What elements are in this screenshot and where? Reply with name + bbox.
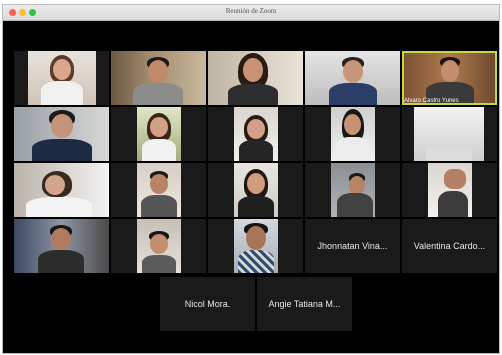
- participant-video-tile[interactable]: [111, 219, 206, 273]
- participant-video-tile[interactable]: [14, 219, 109, 273]
- participant-tile[interactable]: Jhonnatan Vina...: [305, 219, 400, 273]
- participant-tile[interactable]: Valentina Cardo...: [402, 219, 497, 273]
- participant-video-tile[interactable]: [208, 219, 303, 273]
- window-title: Reunión de Zoom: [225, 7, 277, 15]
- participant-video-tile[interactable]: [111, 107, 206, 161]
- participant-name-label: Nicol Mora.: [184, 299, 231, 309]
- participant-video-tile[interactable]: [14, 107, 109, 161]
- participant-video-tile[interactable]: [111, 163, 206, 217]
- participant-video-tile[interactable]: [14, 163, 109, 217]
- participant-video-tile[interactable]: [402, 107, 497, 161]
- participant-video-tile[interactable]: [14, 51, 109, 105]
- participant-video-tile[interactable]: [111, 51, 206, 105]
- participant-video-tile[interactable]: [305, 107, 400, 161]
- title-bar: Reunión de Zoom: [3, 5, 499, 21]
- active-speaker-tile[interactable]: Alvaro Castro Yunes: [402, 51, 497, 105]
- participant-name-label: Jhonnatan Vina...: [317, 241, 388, 251]
- participant-tile[interactable]: Nicol Mora.: [160, 277, 255, 331]
- participant-name-label: Alvaro Castro Yunes: [404, 98, 459, 104]
- participant-name-label: Angie Tatiana M...: [268, 299, 341, 309]
- participant-tile[interactable]: Angie Tatiana M...: [257, 277, 352, 331]
- participant-video-tile[interactable]: [208, 107, 303, 161]
- participant-video-tile[interactable]: [305, 163, 400, 217]
- participant-name-label: Valentina Cardo...: [413, 241, 486, 251]
- participant-video-tile[interactable]: [208, 51, 303, 105]
- participant-video-tile[interactable]: [305, 51, 400, 105]
- zoom-window: Reunión de Zoom Alvaro Castro Yunes Jhon…: [2, 4, 500, 354]
- participant-video-tile[interactable]: [208, 163, 303, 217]
- participant-video-tile[interactable]: [402, 163, 497, 217]
